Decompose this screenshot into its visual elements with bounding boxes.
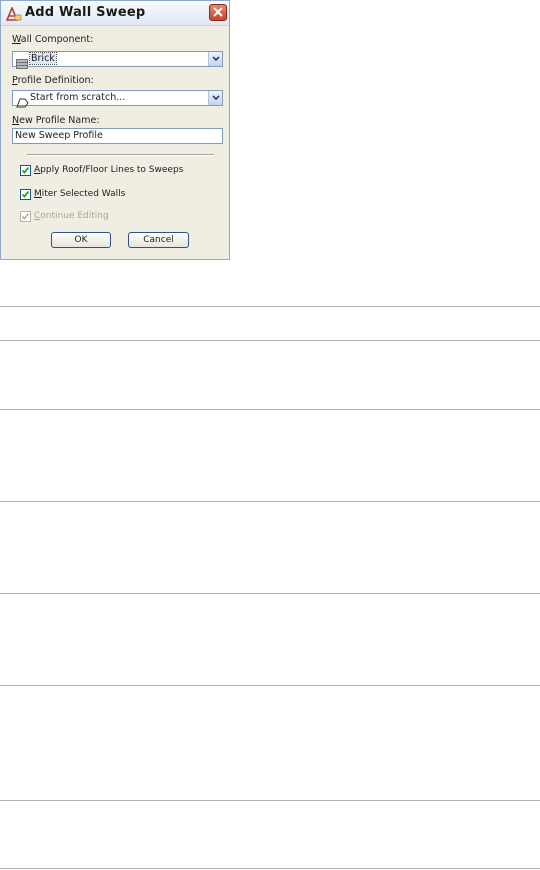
close-button[interactable] bbox=[209, 4, 227, 21]
ok-button[interactable]: OK bbox=[51, 232, 111, 248]
wall-component-label: Wall Component: bbox=[12, 34, 94, 45]
profile-definition-select[interactable]: Start from scratch... bbox=[12, 90, 223, 108]
cancel-button[interactable]: Cancel bbox=[128, 232, 189, 248]
new-profile-name-input[interactable] bbox=[15, 130, 215, 141]
profile-shape-icon bbox=[16, 93, 29, 112]
chevron-down-icon bbox=[212, 56, 220, 62]
new-profile-name-field[interactable] bbox=[12, 128, 223, 144]
wall-component-select[interactable]: Brick bbox=[12, 51, 223, 69]
table-rule bbox=[0, 593, 540, 594]
continue-editing-label: Continue Editing bbox=[34, 211, 109, 221]
chevron-down-icon bbox=[212, 95, 220, 101]
checkmark-icon bbox=[21, 190, 30, 198]
table-rule bbox=[0, 868, 540, 869]
profile-definition-value: Start from scratch... bbox=[30, 92, 126, 103]
miter-selected-walls-checkbox[interactable] bbox=[20, 189, 31, 200]
table-rule bbox=[0, 306, 540, 307]
apply-roof-floor-label[interactable]: Apply Roof/Floor Lines to Sweeps bbox=[34, 165, 183, 175]
wall-component-dropdown-button[interactable] bbox=[208, 52, 222, 66]
add-wall-sweep-dialog: Add Wall Sweep Wall Component: Brick Pro… bbox=[0, 0, 230, 260]
table-rule bbox=[0, 409, 540, 410]
new-profile-name-label: New Profile Name: bbox=[12, 115, 100, 126]
brick-icon bbox=[16, 54, 28, 73]
miter-selected-walls-label[interactable]: Miter Selected Walls bbox=[34, 189, 125, 199]
table-rule bbox=[0, 340, 540, 341]
dialog-body: Wall Component: Brick Profile Definition… bbox=[4, 27, 226, 257]
profile-definition-dropdown-button[interactable] bbox=[208, 91, 222, 105]
profile-definition-label: Profile Definition: bbox=[12, 75, 94, 86]
checkmark-icon bbox=[21, 213, 30, 220]
checkmark-icon bbox=[21, 166, 30, 174]
separator bbox=[27, 154, 214, 156]
table-rule bbox=[0, 685, 540, 686]
wall-component-value: Brick bbox=[29, 52, 57, 65]
autocad-app-icon bbox=[5, 5, 22, 21]
close-icon bbox=[213, 7, 223, 17]
table-rule bbox=[0, 800, 540, 801]
title-bar[interactable]: Add Wall Sweep bbox=[1, 1, 229, 26]
continue-editing-checkbox bbox=[20, 211, 31, 222]
dialog-title: Add Wall Sweep bbox=[25, 5, 146, 20]
table-rule bbox=[0, 501, 540, 502]
apply-roof-floor-checkbox[interactable] bbox=[20, 165, 31, 176]
